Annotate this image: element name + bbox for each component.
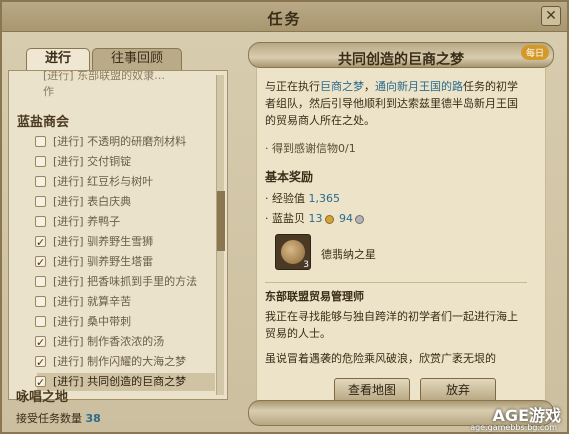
quest-item-label: [进行] 把香味抓到手里的方法 bbox=[53, 275, 198, 288]
quest-list-item[interactable]: [进行] 不透明的研磨剂材料 bbox=[35, 133, 215, 151]
quest-item-label: [进行] 交付铜锭 bbox=[53, 155, 132, 168]
quest-track-checkbox[interactable] bbox=[35, 276, 46, 287]
divider bbox=[265, 282, 527, 283]
reward-exp-label: · 经验值 bbox=[265, 192, 305, 205]
quest-list-item[interactable]: [进行] 制作香浓浓的汤 bbox=[35, 333, 215, 352]
quest-list-item[interactable]: [进行] 表白庆典 bbox=[35, 193, 215, 211]
window-title: 任务 bbox=[267, 10, 302, 28]
quest-list-item[interactable]: [进行] 红豆杉与树叶 bbox=[35, 173, 215, 191]
quest-list-item[interactable]: [进行] 交付铜锭 bbox=[35, 153, 215, 171]
quest-item-label: [进行] 养鸭子 bbox=[53, 215, 121, 228]
watermark-url: age.gamebbs.bg.com bbox=[470, 423, 557, 432]
quest-list-item[interactable]: [进行] 驯养野生雪狮 bbox=[35, 233, 215, 252]
accept-count-value: 38 bbox=[85, 412, 101, 425]
quest-item-label: [进行] 桑中带刺 bbox=[53, 315, 132, 328]
quest-track-checkbox[interactable] bbox=[35, 156, 46, 167]
desc-link-quest[interactable]: 巨商之梦 bbox=[320, 80, 364, 93]
quest-track-checkbox[interactable] bbox=[35, 254, 46, 272]
scroll-roll-top: 共同创造的巨商之梦 每日 bbox=[248, 42, 554, 68]
desc-text: ， bbox=[364, 80, 375, 93]
quest-list-item[interactable]: [进行] 养鸭子 bbox=[35, 213, 215, 231]
quest-track-checkbox[interactable] bbox=[35, 136, 46, 147]
item-count: 3 bbox=[303, 260, 309, 270]
silver-coin-icon bbox=[355, 214, 364, 224]
gold-coin-icon bbox=[324, 214, 334, 224]
quest-item-label: [进行] 驯养野生雪狮 bbox=[53, 235, 154, 248]
npc-name: 东部联盟贸易管理师 bbox=[265, 290, 364, 303]
quest-list-item[interactable]: [进行] 桑中带刺 bbox=[35, 313, 215, 331]
accept-count: 接受任务数量 38 bbox=[16, 410, 101, 426]
titlebar[interactable]: 任务 ✕ bbox=[2, 2, 567, 32]
quest-list-panel: 进行 往事回顾 [进行] 东部联盟的奴隶… 作 蓝盐商会 [进行] 不透明的研磨… bbox=[8, 42, 228, 430]
quest-track-checkbox[interactable] bbox=[35, 234, 46, 252]
group-header-chant[interactable]: 咏唱之地 bbox=[16, 386, 68, 405]
list-item[interactable]: [进行] 东部联盟的奴隶… bbox=[43, 71, 165, 83]
list-item-cont: 作 bbox=[43, 85, 54, 98]
reward-coin-label: · 蓝盐贝 bbox=[265, 212, 305, 225]
npc-dialog-2: 虽说冒着遇袭的危险乘风破浪，欣赏广袤无垠的 bbox=[265, 352, 496, 365]
list-scrollbar[interactable] bbox=[216, 75, 225, 395]
accept-count-label: 接受任务数量 bbox=[16, 412, 82, 425]
quest-objective: · 得到感谢信物0/1 bbox=[265, 142, 356, 155]
quest-track-checkbox[interactable] bbox=[35, 334, 46, 352]
quest-item-label: [进行] 就算辛苦 bbox=[53, 295, 132, 308]
reward-item-slot[interactable]: 3 bbox=[275, 234, 311, 270]
daily-badge: 每日 bbox=[520, 45, 549, 60]
reward-coin-silver: 94 bbox=[339, 212, 353, 225]
quest-detail-body: 与正在执行巨商之梦，通向新月王国的路任务的初学者组队，然后引导他顺利到达索兹里德… bbox=[256, 68, 546, 404]
reward-coin: · 蓝盐贝 13 94 bbox=[265, 210, 366, 226]
quest-track-checkbox[interactable] bbox=[35, 196, 46, 207]
reward-item-name: 德翡纳之星 bbox=[321, 248, 376, 261]
desc-link-quest[interactable]: 通向新月王国的路 bbox=[375, 80, 463, 93]
quest-item-label: [进行] 驯养野生塔雷 bbox=[53, 255, 154, 268]
quest-description: 与正在执行巨商之梦，通向新月王国的路任务的初学者组队，然后引导他顺利到达索兹里德… bbox=[265, 78, 527, 129]
reward-exp-value: 1,365 bbox=[308, 192, 341, 205]
quest-list-item[interactable]: [进行] 就算辛苦 bbox=[35, 293, 215, 311]
tab-history[interactable]: 往事回顾 bbox=[92, 48, 182, 70]
view-map-button[interactable]: 查看地图 bbox=[334, 378, 410, 402]
reward-coin-gold: 13 bbox=[308, 212, 323, 225]
tab-in-progress[interactable]: 进行 bbox=[26, 48, 90, 70]
rewards-title: 基本奖励 bbox=[265, 170, 314, 184]
star-item-icon bbox=[281, 240, 305, 264]
quest-track-checkbox[interactable] bbox=[35, 216, 46, 227]
quest-item-label: [进行] 不透明的研磨剂材料 bbox=[53, 135, 187, 148]
quest-list-item[interactable]: [进行] 制作闪耀的大海之梦 bbox=[35, 353, 215, 372]
desc-text: 与正在执行 bbox=[265, 80, 320, 93]
abandon-button[interactable]: 放弃 bbox=[420, 378, 496, 402]
quest-track-checkbox[interactable] bbox=[35, 176, 46, 187]
quest-list: [进行] 东部联盟的奴隶… 作 蓝盐商会 [进行] 不透明的研磨剂材料 [进行] … bbox=[8, 70, 228, 400]
reward-exp: · 经验值 1,365 bbox=[265, 190, 340, 206]
quest-list-item[interactable]: [进行] 驯养野生塔雷 bbox=[35, 253, 215, 272]
quest-item-label: [进行] 制作香浓浓的汤 bbox=[53, 335, 165, 348]
npc-dialog-1: 我正在寻找能够与独自跨洋的初学者们一起进行海上贸易的人士。 bbox=[265, 310, 518, 340]
group-header-bluesalt[interactable]: 蓝盐商会 bbox=[17, 111, 69, 130]
quest-track-checkbox[interactable] bbox=[35, 296, 46, 307]
quest-item-label: [进行] 红豆杉与树叶 bbox=[53, 175, 154, 188]
quest-item-label: [进行] 制作闪耀的大海之梦 bbox=[53, 355, 187, 368]
quest-list-item[interactable]: [进行] 把香味抓到手里的方法 bbox=[35, 273, 215, 291]
list-scroll-thumb[interactable] bbox=[217, 191, 225, 251]
quest-window: 任务 ✕ 进行 往事回顾 [进行] 东部联盟的奴隶… 作 蓝盐商会 [进行] 不… bbox=[0, 0, 569, 434]
quest-item-label: [进行] 共同创造的巨商之梦 bbox=[53, 375, 187, 388]
quest-item-label: [进行] 表白庆典 bbox=[53, 195, 132, 208]
close-button[interactable]: ✕ bbox=[541, 6, 561, 26]
quest-detail-panel: 共同创造的巨商之梦 每日 与正在执行巨商之梦，通向新月王国的路任务的初学者组队，… bbox=[242, 38, 560, 430]
quest-track-checkbox[interactable] bbox=[35, 316, 46, 327]
quest-title: 共同创造的巨商之梦 bbox=[338, 52, 464, 68]
tab-bar: 进行 往事回顾 bbox=[8, 48, 228, 70]
quest-track-checkbox[interactable] bbox=[35, 354, 46, 372]
